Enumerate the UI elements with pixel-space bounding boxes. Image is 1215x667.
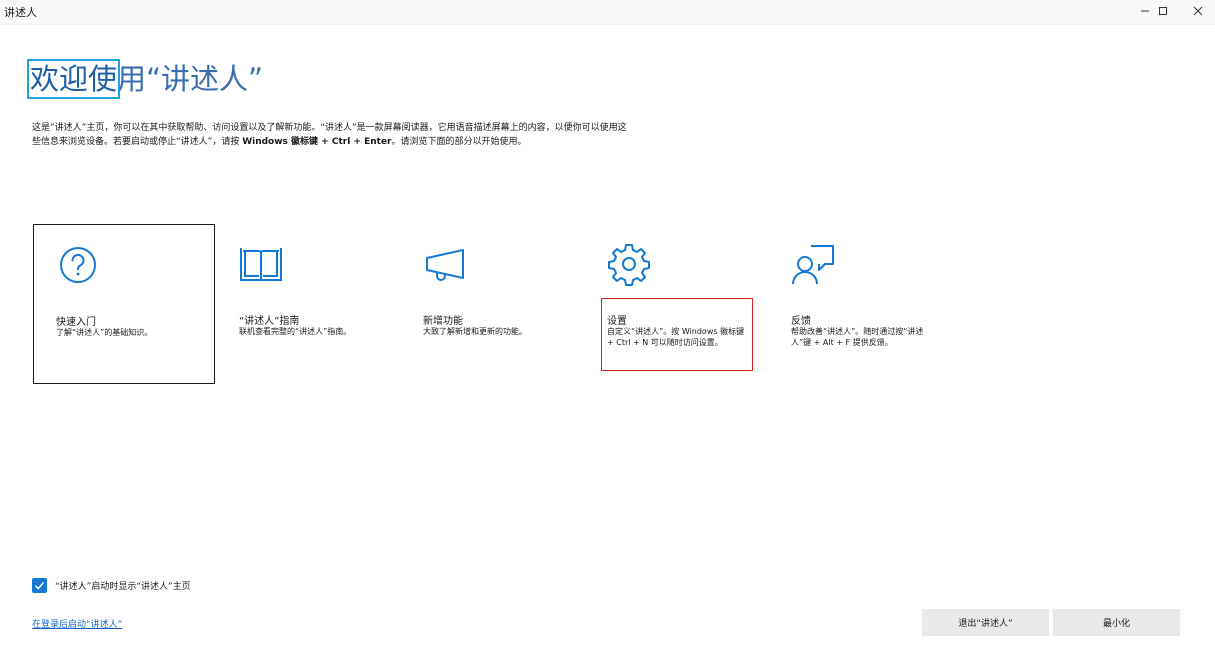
show-home-checkbox[interactable] (32, 578, 47, 593)
card-feedback[interactable]: 反馈 帮助改善“讲述人”。随时通过按“讲述人”键 + Alt + F 提供反馈。 (769, 224, 951, 384)
card-feedback-desc: 帮助改善“讲述人”。随时通过按“讲述人”键 + Alt + F 提供反馈。 (791, 327, 924, 347)
close-icon (1193, 6, 1203, 16)
window-close-button[interactable] (1180, 0, 1215, 22)
show-home-checkbox-row[interactable]: “讲述人”启动时显示“讲述人”主页 (32, 578, 191, 593)
card-quick-start-desc: 了解“讲述人”的基础知识。 (56, 328, 153, 337)
show-home-checkbox-label: “讲述人”启动时显示“讲述人”主页 (55, 582, 191, 592)
card-narrator-guide-desc: 联机查看完整的“讲述人”指南。 (239, 327, 352, 336)
minimize-button[interactable]: 最小化 (1053, 609, 1180, 636)
intro-shortcut: Windows 徽标键 + Ctrl + Enter (242, 137, 392, 147)
page-title: 欢迎使用“讲述人” (26, 59, 264, 99)
card-quick-start-title: 快速入门 (56, 317, 96, 328)
card-settings-desc: 自定义“讲述人”。按 Windows 徽标键 + Ctrl + N 可以随时访问… (607, 327, 745, 347)
page-title-focused-part: 欢迎使 (26, 59, 121, 99)
book-icon (240, 248, 282, 281)
maximize-icon (1159, 7, 1167, 15)
card-feedback-title: 反馈 (791, 316, 811, 327)
card-settings[interactable]: 设置 自定义“讲述人”。按 Windows 徽标键 + Ctrl + N 可以随… (585, 224, 767, 384)
feedback-person-icon (792, 245, 834, 285)
question-circle-icon (60, 247, 96, 283)
start-after-signin-link[interactable]: 在登录后启动“讲述人” (32, 617, 122, 630)
gear-icon (608, 244, 650, 286)
title-bar: 讲述人 (0, 0, 1215, 25)
card-whats-new-title: 新增功能 (423, 316, 463, 327)
card-whats-new[interactable]: 新增功能 大致了解新增和更新的功能。 (401, 224, 583, 384)
card-quick-start[interactable]: 快速入门 了解“讲述人”的基础知识。 (33, 224, 215, 384)
intro-text-part2: 。请浏览下面的部分以开始使用。 (391, 137, 527, 147)
intro-text: 这是“讲述人”主页，你可以在其中获取帮助、访问设置以及了解新功能。“讲述人”是一… (32, 121, 632, 149)
card-whats-new-desc: 大致了解新增和更新的功能。 (423, 327, 527, 336)
exit-narrator-button[interactable]: 退出“讲述人” (922, 609, 1049, 636)
card-narrator-guide-title: “讲述人”指南 (239, 316, 300, 327)
window-title: 讲述人 (4, 6, 37, 19)
window-maximize-button[interactable] (1145, 0, 1181, 22)
page-title-rest: 用“讲述人” (117, 62, 264, 96)
megaphone-icon (426, 249, 464, 281)
checkmark-icon (34, 582, 45, 590)
card-settings-title: 设置 (607, 316, 627, 327)
card-narrator-guide[interactable]: “讲述人”指南 联机查看完整的“讲述人”指南。 (217, 224, 399, 384)
